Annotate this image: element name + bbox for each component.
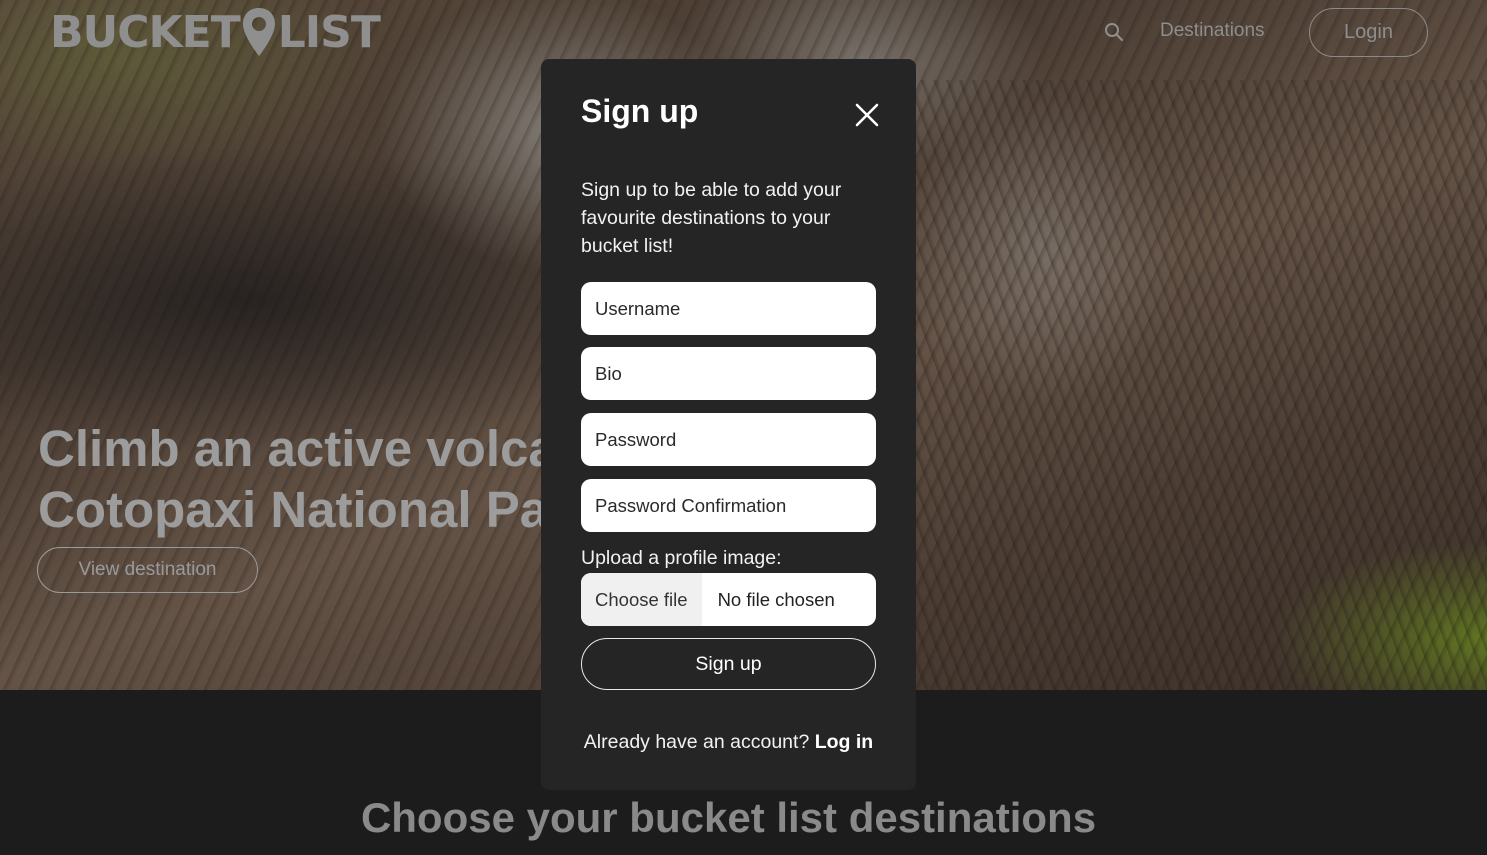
upload-label: Upload a profile image: [581, 547, 782, 569]
signup-modal: Sign up Sign up to be able to add your f… [541, 59, 916, 790]
logo-text-left: BUCKET [50, 6, 241, 58]
choose-file-button[interactable]: Choose file [581, 573, 702, 626]
logo-text-right: LIST [277, 6, 381, 58]
view-destination-button[interactable]: View destination [37, 547, 258, 593]
section-title: Choose your bucket list destinations [360, 794, 1097, 841]
profile-image-file-input[interactable]: Choose file No file chosen [581, 573, 876, 626]
modal-intro-text: Sign up to be able to add your favourite… [581, 179, 842, 257]
bio-input[interactable] [581, 347, 876, 400]
modal-title: Sign up [581, 93, 699, 129]
nav-destinations[interactable]: Destinations [1160, 20, 1265, 42]
login-prompt-text: Already have an account? [583, 731, 810, 753]
username-input[interactable] [581, 282, 876, 335]
site-logo[interactable]: BUCKET LIST [50, 4, 381, 60]
signup-submit-button[interactable]: Sign up [581, 638, 876, 690]
login-button[interactable]: Login [1309, 8, 1428, 57]
login-prompt: Already have an account? Log in [541, 731, 916, 754]
password-input[interactable] [581, 413, 876, 466]
map-pin-icon [241, 6, 277, 58]
password-confirmation-input[interactable] [581, 479, 876, 532]
close-icon[interactable] [853, 101, 881, 129]
file-status-text: No file chosen [717, 588, 835, 610]
login-link[interactable]: Log in [815, 731, 873, 753]
search-icon[interactable] [1104, 22, 1124, 42]
